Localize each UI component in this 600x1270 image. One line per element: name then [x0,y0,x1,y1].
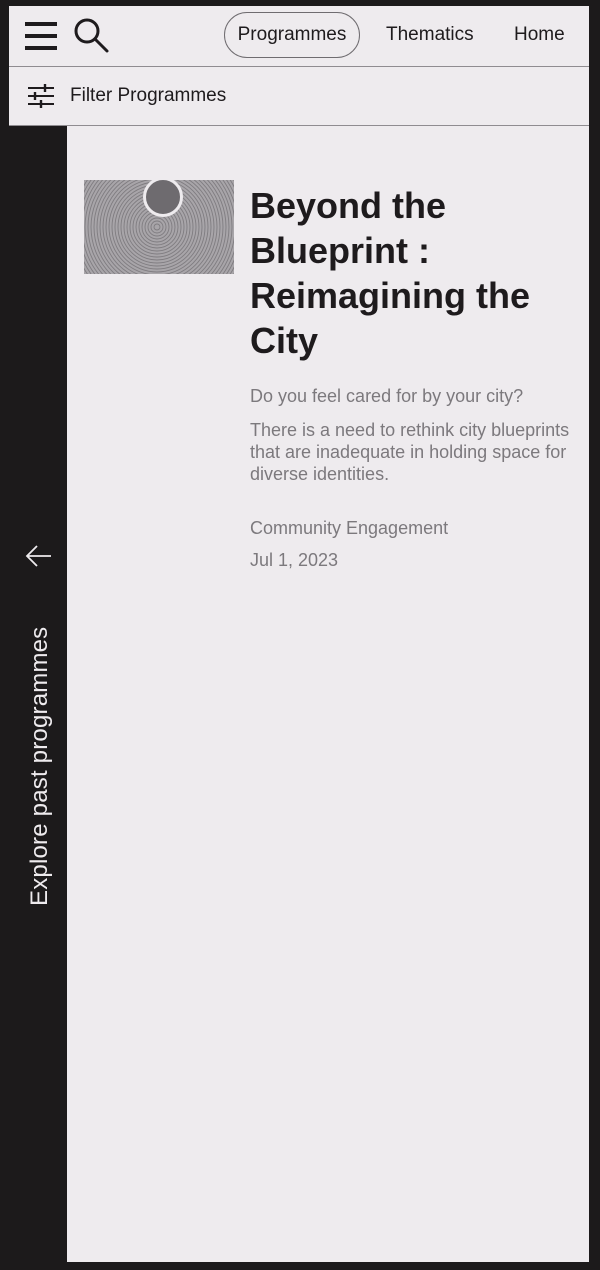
thumbnail-dot [143,177,183,217]
programme-title[interactable]: Beyond the Blueprint : Reimagining the C… [250,183,570,363]
arrow-left-icon [25,545,51,567]
programme-thumbnail[interactable] [63,133,251,321]
sliders-icon [28,84,54,108]
filter-programmes-button[interactable]: Filter Programmes [9,67,589,126]
explore-past-programmes-tab[interactable]: Explore past programmes [9,126,67,1262]
nav-thematics[interactable]: Thematics [386,12,474,58]
hamburger-menu-icon[interactable] [23,18,59,54]
search-icon[interactable] [71,16,111,56]
page: Programmes Thematics Home Filter Program… [9,6,589,1262]
explore-past-programmes-label: Explore past programmes [26,626,53,906]
top-navigation: Programmes Thematics Home [9,6,589,67]
nav-home[interactable]: Home [514,12,565,58]
programme-category[interactable]: Community Engagement [250,518,448,539]
programme-date: Jul 1, 2023 [250,550,339,570]
nav-programmes[interactable]: Programmes [224,12,360,58]
programme-lead: Do you feel cared for by your city? [250,386,524,406]
programme-description: There is a need to rethink city blueprin… [250,420,570,484]
filter-label: Filter Programmes [70,85,227,106]
